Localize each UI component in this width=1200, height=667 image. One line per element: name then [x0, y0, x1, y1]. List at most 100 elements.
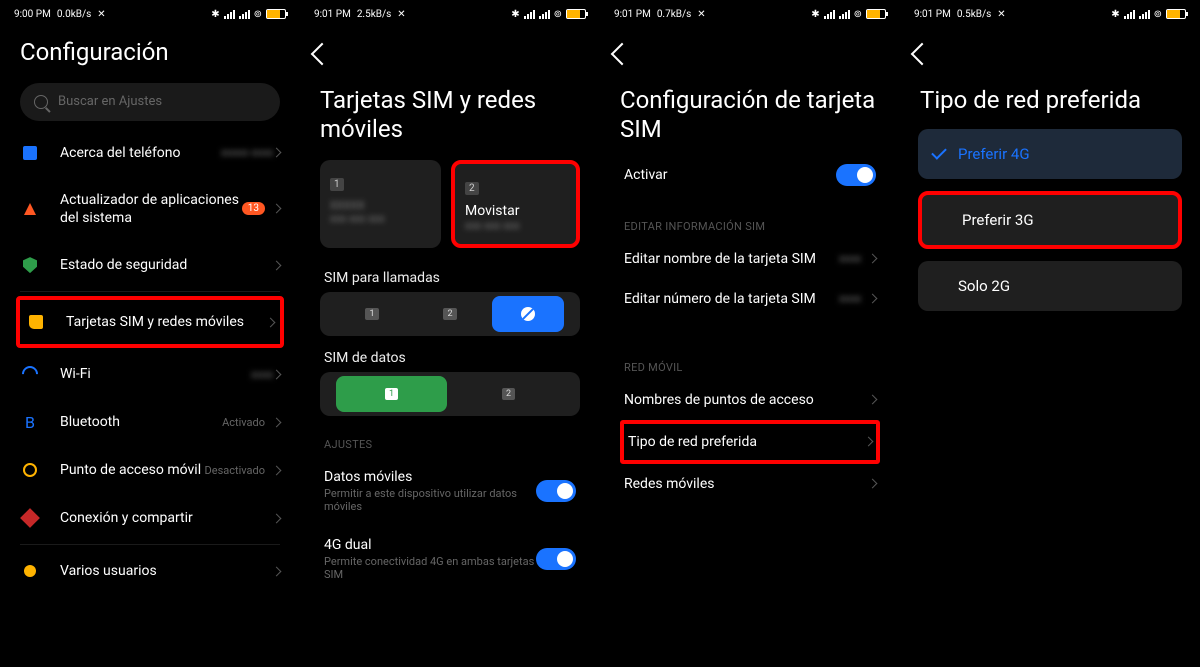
chevron-right-icon — [868, 479, 878, 489]
data-sim-2[interactable]: 2 — [453, 376, 564, 412]
back-button[interactable] — [314, 32, 358, 76]
calls-sim-2[interactable]: 2 — [414, 296, 486, 332]
wifi-item[interactable]: Wi-Fi xxxx — [4, 350, 296, 398]
data-sim-label: SIM de datos — [304, 336, 596, 372]
status-net: 2.5kB/s — [357, 9, 391, 20]
activate-row[interactable]: Activar — [604, 152, 896, 198]
obscured-text: xxxx — [251, 368, 273, 381]
signal-icon — [1139, 10, 1150, 19]
obscured-text: xxxx — [839, 252, 861, 265]
edit-sim-name-row[interactable]: Editar nombre de la tarjeta SIM xxxx — [604, 239, 896, 279]
sim-config-screen: 9:01 PM0.7kB/s✕ ✱⊚ Configuración de tarj… — [600, 0, 900, 667]
signal-icon — [539, 10, 550, 19]
edit-sim-number-row[interactable]: Editar número de la tarjeta SIM xxxx — [604, 279, 896, 319]
search-icon — [34, 95, 48, 109]
mobile-net-header: RED MÓVIL — [604, 339, 896, 380]
battery-icon — [266, 9, 286, 19]
edit-number-label: Editar número de la tarjeta SIM — [624, 291, 839, 307]
chevron-right-icon — [864, 437, 874, 447]
option-label: Solo 2G — [958, 277, 1010, 295]
mute-icon: ✕ — [397, 9, 405, 20]
bluetooth-item[interactable]: B Bluetooth Activado — [4, 398, 296, 446]
signal-icon — [824, 10, 835, 19]
sim-badge: 2 — [443, 308, 456, 320]
signal-icon — [839, 10, 850, 19]
mute-icon: ✕ — [997, 9, 1005, 20]
bluetooth-icon: ✱ — [1111, 9, 1119, 20]
divider — [20, 291, 280, 292]
wifi-icon: ⊚ — [254, 9, 262, 20]
status-time: 9:00 PM — [14, 9, 51, 20]
back-button[interactable] — [614, 32, 658, 76]
sim-networks-item[interactable]: Tarjetas SIM y redes móviles — [20, 300, 280, 344]
chevron-right-icon — [868, 395, 878, 405]
edit-sim-header: EDITAR INFORMACIÓN SIM — [604, 198, 896, 239]
multi-users-item[interactable]: Varios usuarios — [4, 547, 296, 595]
data-sim-1[interactable]: 1 — [336, 376, 447, 412]
status-bar: 9:01 PM2.5kB/s✕ ✱⊚ — [304, 0, 596, 28]
option-label: Preferir 3G — [962, 211, 1034, 229]
update-badge: 13 — [242, 202, 265, 215]
back-button[interactable] — [914, 32, 958, 76]
sim-number: 2 — [465, 182, 479, 195]
sim-carrier: Movistar — [465, 203, 566, 219]
bluetooth-icon: ✱ — [511, 9, 519, 20]
sim-badge: 1 — [385, 388, 398, 400]
share-icon — [20, 508, 40, 528]
obscured-text: xxx xxx xxx — [465, 219, 566, 232]
search-placeholder: Buscar en Ajustes — [58, 94, 162, 109]
sim-icon — [26, 312, 46, 332]
mute-icon: ✕ — [697, 9, 705, 20]
bluetooth-icon: B — [20, 412, 40, 432]
sim-card-2[interactable]: 2 Movistar xxx xxx xxx — [451, 160, 580, 248]
net-type-label: Tipo de red preferida — [628, 434, 865, 450]
status-net: 0.0kB/s — [57, 9, 91, 20]
mobile-data-toggle[interactable] — [536, 480, 576, 502]
chevron-right-icon — [272, 369, 282, 379]
chevron-right-icon — [272, 566, 282, 576]
activate-toggle[interactable] — [836, 164, 876, 186]
sim-badge: 2 — [502, 388, 515, 400]
chevron-right-icon — [272, 148, 282, 158]
apn-row[interactable]: Nombres de puntos de acceso — [604, 380, 896, 420]
mobile-data-sub: Permitir a este dispositivo utilizar dat… — [324, 487, 536, 513]
chevron-right-icon — [272, 417, 282, 427]
check-icon — [931, 144, 947, 160]
dual-4g-toggle[interactable] — [536, 548, 576, 570]
search-input[interactable]: Buscar en Ajustes — [20, 83, 280, 121]
phone-icon — [20, 143, 40, 163]
settings-main: 9:00 PM 0.0kB/s ✕ ✱ ⊚ Configuración Busc… — [0, 0, 300, 667]
obscured-text: xxxx — [839, 292, 861, 305]
chevron-right-icon — [272, 465, 282, 475]
security-status-item[interactable]: Estado de seguridad — [4, 241, 296, 289]
obscured-text: xxxxx xxxx — [221, 146, 273, 159]
option-prefer-4g[interactable]: Preferir 4G — [918, 129, 1182, 179]
activate-label: Activar — [624, 167, 836, 183]
no-ask-icon — [521, 307, 535, 321]
connection-share-item[interactable]: Conexión y compartir — [4, 494, 296, 542]
calls-sim-ask[interactable] — [492, 296, 564, 332]
battery-icon — [1166, 9, 1186, 19]
calls-sim-1[interactable]: 1 — [336, 296, 408, 332]
highlight-sim: Tarjetas SIM y redes móviles — [16, 296, 284, 348]
mobile-networks-row[interactable]: Redes móviles — [604, 464, 896, 504]
sim-card-1[interactable]: 1 XXXXX xxx xxx xxx — [320, 160, 441, 248]
system-updater-item[interactable]: Actualizador de aplicaciones del sistema… — [4, 177, 296, 241]
sim-number: 1 — [330, 178, 344, 191]
mobile-data-row[interactable]: Datos móvilesPermitir a este dispositivo… — [304, 457, 596, 525]
data-sim-selector: 1 2 — [320, 372, 580, 416]
about-phone-item[interactable]: Acerca del teléfono xxxxx xxxx — [4, 129, 296, 177]
hotspot-item[interactable]: Punto de acceso móvil Desactivado — [4, 446, 296, 494]
option-prefer-3g[interactable]: Preferir 3G — [918, 191, 1182, 249]
calls-sim-label: SIM para llamadas — [304, 256, 596, 292]
signal-icon — [239, 10, 250, 19]
wifi-icon: ⊚ — [854, 9, 862, 20]
status-time: 9:01 PM — [914, 9, 951, 20]
wifi-icon: ⊚ — [1154, 9, 1162, 20]
obscured-text: xxx xxx xxx — [330, 212, 431, 225]
arrow-left-icon — [611, 43, 634, 66]
net-type-row[interactable]: Tipo de red preferida — [624, 424, 876, 460]
option-only-2g[interactable]: Solo 2G — [918, 261, 1182, 311]
mute-icon: ✕ — [97, 9, 105, 20]
dual-4g-row[interactable]: 4G dualPermite conectividad 4G en ambas … — [304, 525, 596, 593]
